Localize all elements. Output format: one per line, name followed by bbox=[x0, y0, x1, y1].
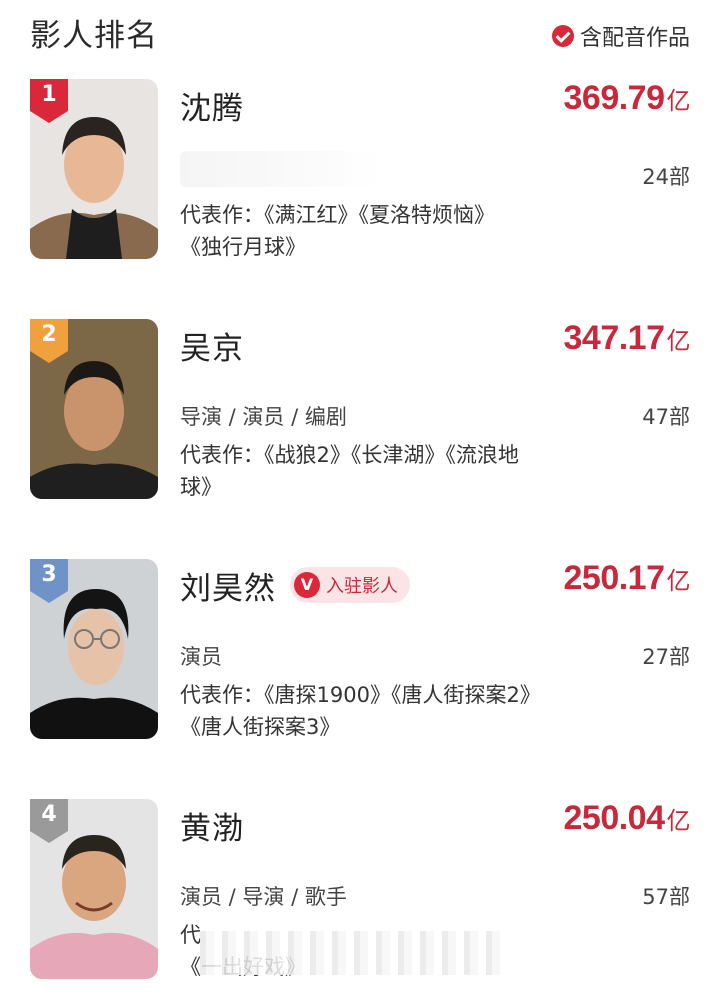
person-roles: 演员 bbox=[180, 645, 222, 669]
verified-badge[interactable]: V 入驻影人 bbox=[290, 567, 410, 603]
section-header: 影人排名 含配音作品 bbox=[0, 0, 720, 70]
rank-number: 1 bbox=[41, 82, 57, 107]
rank-badge: 3 bbox=[30, 559, 68, 603]
rank-badge: 2 bbox=[30, 319, 68, 363]
rank-badge: 1 bbox=[30, 79, 68, 123]
smudged-text-overlay bbox=[200, 931, 500, 975]
film-count: 27部 bbox=[642, 645, 690, 669]
rank-badge: 4 bbox=[30, 799, 68, 843]
film-count: 47部 bbox=[642, 405, 690, 429]
box-office-value: 369.79亿 bbox=[563, 79, 691, 117]
representative-works: 代表作：《满江红》《夏洛特烦恼》 《独行月球》 bbox=[180, 203, 495, 259]
box-office-value: 347.17亿 bbox=[563, 319, 691, 357]
person-name[interactable]: 沈腾 bbox=[180, 83, 244, 128]
person-roles: 演员 / 导演 / 歌手 bbox=[180, 885, 347, 909]
verified-icon: V bbox=[294, 572, 320, 598]
film-count: 24部 bbox=[642, 165, 690, 189]
box-office-value: 250.04亿 bbox=[563, 799, 691, 837]
blurred-roles bbox=[180, 151, 380, 187]
person-name[interactable]: 吴京 bbox=[180, 323, 244, 368]
rank-number: 2 bbox=[41, 322, 57, 347]
person-roles: 导演 / 演员 / 编剧 bbox=[180, 405, 347, 429]
rank-number: 4 bbox=[41, 802, 57, 827]
include-dubbing-label: 含配音作品 bbox=[579, 26, 690, 51]
ranking-row[interactable]: 4 黄渤 250.04亿 演员 / 导演 / 歌手 57部 代 《一出好戏》 bbox=[0, 799, 720, 999]
person-name[interactable]: 黄渤 bbox=[180, 803, 244, 848]
ranking-row[interactable]: 1 沈腾 369.79亿 24部 代表作：《满江红》《夏洛特烦恼》 《独行月球》 bbox=[0, 79, 720, 279]
section-title: 影人排名 bbox=[30, 18, 158, 54]
include-dubbing-toggle[interactable]: 含配音作品 bbox=[551, 20, 690, 52]
person-name[interactable]: 刘昊然 bbox=[180, 563, 276, 608]
box-office-value: 250.17亿 bbox=[563, 559, 691, 597]
film-count: 57部 bbox=[642, 885, 690, 909]
representative-works: 代表作：《战狼2》《长津湖》《流浪地 球》 bbox=[180, 443, 519, 499]
representative-works: 代表作：《唐探1900》《唐人街探案2》 《唐人街探案3》 bbox=[180, 683, 541, 739]
ranking-row[interactable]: 2 吴京 347.17亿 导演 / 演员 / 编剧 47部 代表作：《战狼2》《… bbox=[0, 319, 720, 519]
rank-number: 3 bbox=[41, 562, 57, 587]
ranking-row[interactable]: 3 刘昊然 V 入驻影人 250.17亿 演员 27部 代表作：《唐探1900》… bbox=[0, 559, 720, 759]
verified-label: 入驻影人 bbox=[326, 576, 398, 597]
checkmark-icon bbox=[551, 25, 574, 47]
